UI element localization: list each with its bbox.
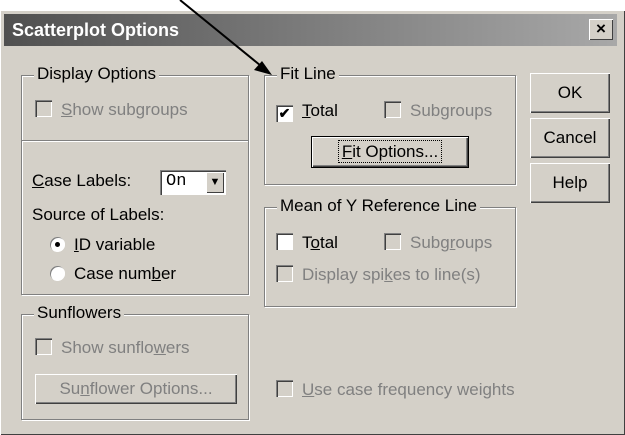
arrow-line xyxy=(179,0,267,71)
annotation-arrow xyxy=(179,0,272,75)
